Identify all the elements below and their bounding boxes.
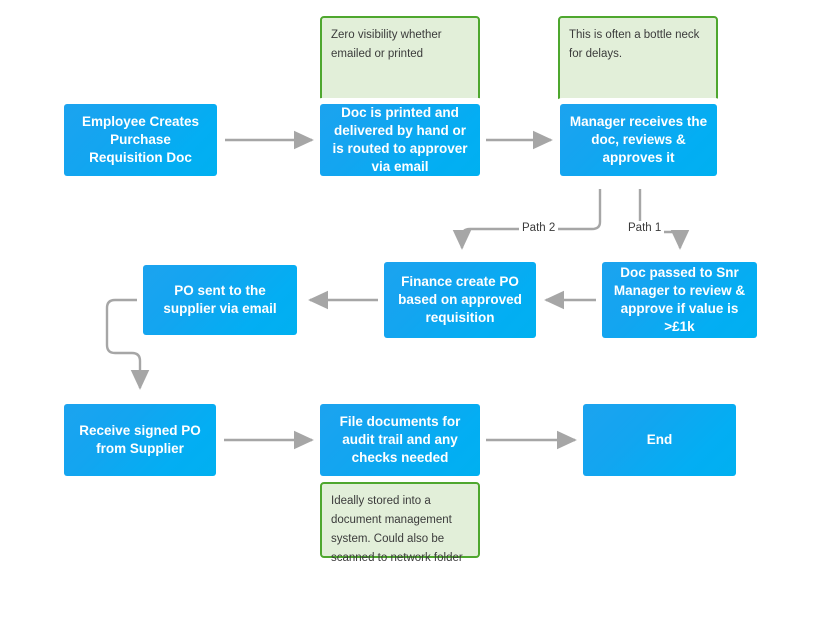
node-snr-manager-approval-label: Doc passed to Snr Manager to review & ap… (613, 265, 746, 334)
node-finance-create-po-label: Finance create PO based on approved requ… (398, 274, 522, 325)
connector-path-2 (452, 189, 602, 250)
note-document-storage-text: Ideally stored into a document managemen… (331, 495, 463, 564)
note-zero-visibility: Zero visibility whether emailed or print… (320, 16, 480, 104)
node-employee-creates-requisition-label: Employee Creates Purchase Requisition Do… (81, 114, 200, 165)
node-file-documents-label: File documents for audit trail and any c… (339, 414, 461, 465)
node-snr-manager-approval[interactable]: Doc passed to Snr Manager to review & ap… (602, 262, 757, 338)
node-employee-creates-requisition[interactable]: Employee Creates Purchase Requisition Do… (64, 104, 217, 176)
node-receive-signed-po-label: Receive signed PO from Supplier (79, 423, 201, 456)
connector-path-1 (638, 189, 690, 250)
note-document-storage: Ideally stored into a document managemen… (320, 482, 480, 564)
node-manager-receives[interactable]: Manager receives the doc, reviews & appr… (560, 104, 717, 176)
node-file-documents[interactable]: File documents for audit trail and any c… (320, 404, 480, 476)
node-finance-create-po[interactable]: Finance create PO based on approved requ… (384, 262, 536, 338)
node-doc-printed-or-emailed-label: Doc is printed and delivered by hand or … (332, 105, 468, 174)
note-bottleneck-text: This is often a bottle neck for delays. (569, 29, 700, 60)
edge-label-path-2: Path 2 (519, 221, 559, 235)
node-receive-signed-po[interactable]: Receive signed PO from Supplier (64, 404, 216, 476)
node-end-label: End (646, 432, 673, 447)
edge-label-path-1: Path 1 (625, 221, 665, 235)
note-zero-visibility-text: Zero visibility whether emailed or print… (331, 29, 442, 60)
note-bottleneck: This is often a bottle neck for delays. (558, 16, 718, 104)
node-doc-printed-or-emailed[interactable]: Doc is printed and delivered by hand or … (320, 104, 480, 176)
node-po-sent-to-supplier-label: PO sent to the supplier via email (163, 283, 277, 316)
flowchart-canvas: Path 2 Path 1 Zero visibility whether em… (0, 0, 820, 620)
connector-po-sent-to-receive (105, 298, 150, 390)
node-manager-receives-label: Manager receives the doc, reviews & appr… (569, 114, 708, 165)
node-end[interactable]: End (583, 404, 736, 476)
node-po-sent-to-supplier[interactable]: PO sent to the supplier via email (143, 265, 297, 335)
